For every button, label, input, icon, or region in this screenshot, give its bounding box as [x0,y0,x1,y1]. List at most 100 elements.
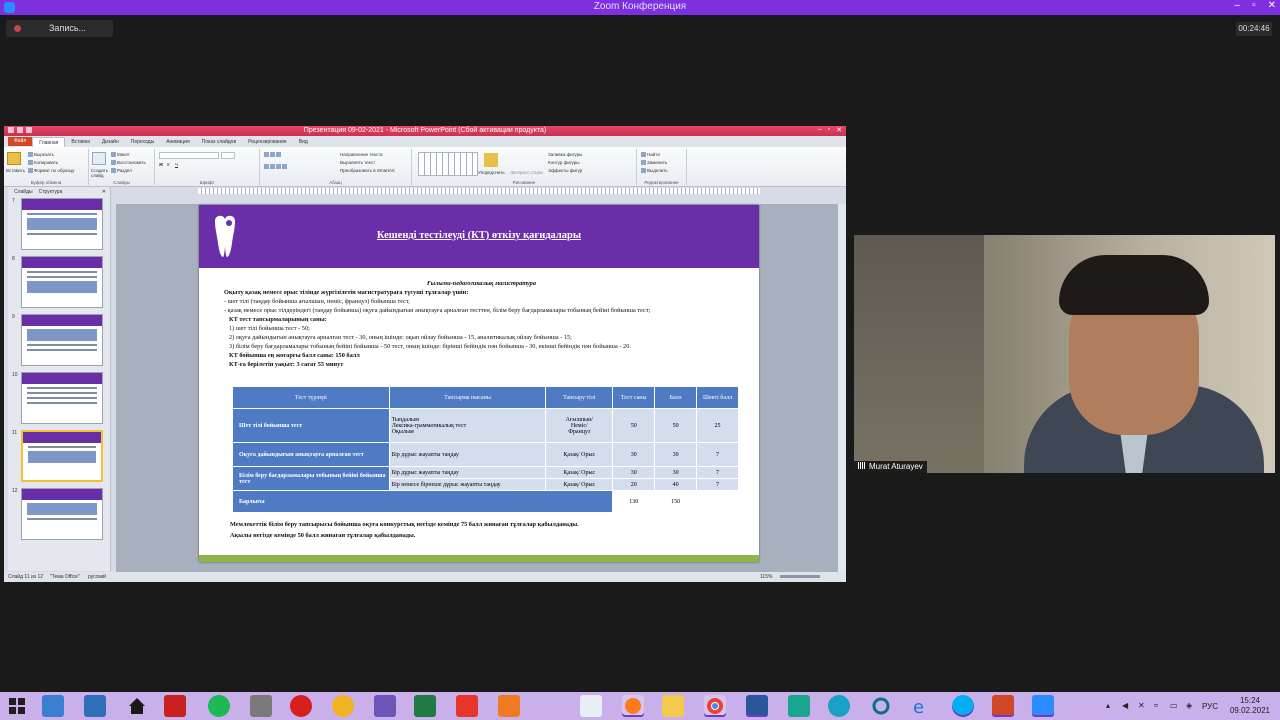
find-button[interactable]: Найти [641,152,660,158]
align-buttons[interactable] [264,164,288,170]
select-button[interactable]: Выделить [641,168,668,174]
tab-slides[interactable]: Слайды [14,189,33,195]
visual-studio-icon[interactable] [374,695,396,717]
replace-button[interactable]: Заменить [641,160,667,166]
quick-styles-button[interactable]: Экспресс-стили [510,170,543,175]
background-shelf [854,235,984,473]
skype-icon[interactable] [952,695,974,717]
font-size-select[interactable] [221,152,235,159]
notepad-icon[interactable] [580,695,602,717]
arrange-icon[interactable] [484,153,498,167]
reset-button[interactable]: Восстановить [111,160,146,166]
align-text-button[interactable]: Выровнять текст [340,160,375,165]
chevron-up-icon[interactable]: ▴ [1106,701,1115,710]
teams-icon[interactable] [828,695,850,717]
new-slide-button[interactable]: Создать слайд [91,168,111,178]
tab-outline[interactable]: Структура [39,189,63,195]
opera-icon[interactable] [290,695,312,717]
acrobat-icon[interactable] [164,695,186,717]
tab-slideshow[interactable]: Показ слайдов [196,139,242,145]
wifi-icon[interactable]: ≈ [1154,701,1163,710]
slide-thumbnail[interactable]: 10 [12,372,104,426]
thumbnail-number: 10 [12,372,18,378]
excel-icon[interactable] [414,695,436,717]
tab-view[interactable]: Вид [293,139,314,145]
slide-line: - шет тілі (таңдау бойынша ағылшын, немі… [224,298,410,305]
explorer-icon[interactable] [662,695,684,717]
slide-thumbnail[interactable]: 9 [12,314,104,368]
signal-icon [858,462,866,469]
ppt-maximize-button[interactable]: ▫ [828,126,830,134]
tab-transitions[interactable]: Переходы [125,139,160,145]
input-language[interactable]: РУС [1202,702,1218,711]
shape-effects-button[interactable]: Эффекты фигур [548,168,582,173]
font-family-select[interactable] [159,152,219,159]
slide-thumbnail[interactable]: 12 [12,488,104,542]
text-direction-button[interactable]: Направление текста [340,152,383,157]
mute-icon[interactable]: ✕ [1138,701,1147,710]
chrome-icon[interactable] [704,695,726,717]
underline-button[interactable]: Ч [175,162,178,167]
participant-video[interactable]: Murat Aturayev [854,235,1275,473]
zoom-slider[interactable] [780,575,820,578]
cut-button[interactable]: Вырезать [28,152,54,158]
tab-animation[interactable]: Анимация [160,139,195,145]
shape-outline-button[interactable]: Контур фигуры [548,160,579,165]
bold-button[interactable]: Ж [159,162,163,167]
volume-icon[interactable]: ◀ [1122,701,1131,710]
vertical-scrollbar[interactable] [838,204,846,572]
new-slide-icon[interactable] [92,152,106,165]
smartart-button[interactable]: Преобразовать в SmartArt [340,168,395,173]
security-icon[interactable]: ◈ [1186,701,1195,710]
table-header: Шекті балл [696,386,739,409]
desktop-icon[interactable] [42,695,64,717]
tab-home[interactable]: Главная [32,136,66,147]
ppt-minimize-button[interactable]: – [818,126,822,134]
recording-indicator[interactable]: Запись... [6,20,113,37]
tab-insert[interactable]: Вставка [65,139,96,145]
tab-design[interactable]: Дизайн [96,139,125,145]
firefox-icon[interactable] [622,695,644,717]
close-pane-icon[interactable]: ✕ [102,189,106,195]
zoom-level[interactable]: 115% [760,574,772,580]
italic-button[interactable]: К [167,162,170,167]
arrange-button[interactable]: Упорядочить [478,170,505,175]
battery-icon[interactable]: ▭ [1170,701,1179,710]
slide-thumbnail[interactable]: 8 [12,256,104,310]
maximize-button[interactable]: ▫ [1252,0,1256,11]
section-button[interactable]: Раздел [111,168,132,174]
copy-button[interactable]: Копировать [28,160,58,166]
paste-icon[interactable] [7,152,21,165]
close-button[interactable]: ✕ [1268,0,1276,11]
home-icon[interactable] [126,695,148,717]
edge-icon[interactable]: e [910,695,932,718]
spotify-icon[interactable] [208,695,230,717]
list-buttons[interactable] [264,152,282,158]
clock[interactable]: 15:24 09.02.2021 [1230,696,1270,716]
media-icon[interactable] [498,695,520,717]
format-painter-button[interactable]: Формат по образцу [28,168,74,174]
ppt-close-button[interactable]: ✕ [836,126,842,134]
yandex-icon[interactable] [456,695,478,717]
person-hair [1059,255,1209,315]
slide-line: 3) білім беру бағдарламалары тобының бей… [229,343,631,350]
start-button[interactable] [6,695,28,717]
archicad-icon[interactable] [332,695,354,717]
slide-thumbnail[interactable]: 7 [12,198,104,252]
network-icon[interactable] [250,695,272,717]
tab-file[interactable]: Файл [8,137,33,146]
paste-button[interactable]: Вставить [6,168,25,173]
layout-button[interactable]: Макет [111,152,130,158]
thumbnail-number: 8 [12,256,15,262]
shapes-gallery[interactable] [418,152,478,176]
shape-fill-button[interactable]: Заливка фигуры [548,152,582,157]
user-icon[interactable] [84,695,106,717]
app-icon[interactable] [788,695,810,717]
tab-review[interactable]: Рецензирование [242,139,293,145]
slide-thumbnail-selected[interactable]: 11 [12,430,104,484]
zoom-icon[interactable] [1032,695,1054,717]
kaspersky-icon[interactable] [870,695,892,717]
powerpoint-icon[interactable] [992,695,1014,717]
word-icon[interactable] [746,695,768,717]
minimize-button[interactable]: – [1235,0,1241,11]
